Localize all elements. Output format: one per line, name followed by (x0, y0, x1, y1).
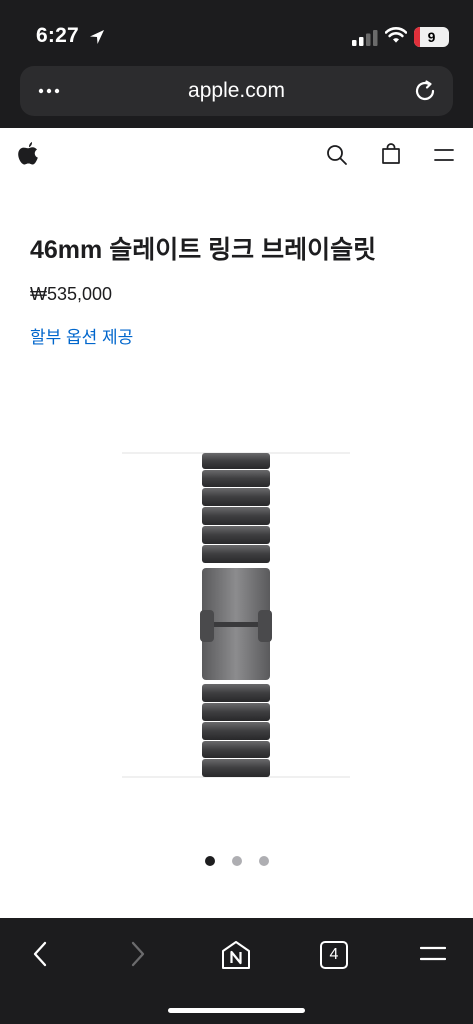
bag-icon[interactable] (381, 143, 401, 165)
url-text[interactable]: apple.com (20, 66, 453, 116)
battery-level: 9 (427, 29, 436, 45)
status-bar: 6:27 9 (0, 0, 473, 60)
web-content: 46mm 슬레이트 링크 브레이슬릿 ₩535,000 할부 옵션 제공 (0, 128, 473, 918)
wifi-icon (385, 27, 407, 43)
installment-options-link[interactable]: 할부 옵션 제공 (30, 323, 133, 348)
site-nav (0, 128, 473, 182)
menu-icon[interactable] (420, 946, 446, 962)
address-bar[interactable]: apple.com (20, 66, 453, 116)
tab-count: 4 (329, 946, 339, 963)
menu-icon[interactable] (434, 148, 454, 162)
product-title: 46mm 슬레이트 링크 브레이슬릿 (30, 236, 377, 264)
carousel-dots[interactable] (0, 856, 473, 870)
tabs-icon[interactable]: 4 (320, 941, 348, 969)
product-price: ₩535,000 (30, 284, 113, 304)
search-icon[interactable] (326, 144, 348, 166)
reload-icon[interactable] (413, 79, 437, 103)
carousel-dot[interactable] (259, 856, 269, 866)
product-image[interactable] (120, 450, 352, 780)
location-arrow-icon (90, 30, 104, 44)
home-indicator[interactable] (168, 1008, 305, 1013)
carousel-dot[interactable] (205, 856, 215, 866)
carousel-dot[interactable] (232, 856, 242, 866)
battery-icon: 9 (414, 27, 449, 47)
apple-logo-icon[interactable] (17, 141, 39, 167)
status-time: 6:27 (36, 24, 79, 47)
signal-icon (352, 30, 378, 46)
forward-icon[interactable] (128, 940, 148, 968)
back-icon[interactable] (30, 940, 50, 968)
naver-home-icon[interactable] (221, 940, 251, 970)
